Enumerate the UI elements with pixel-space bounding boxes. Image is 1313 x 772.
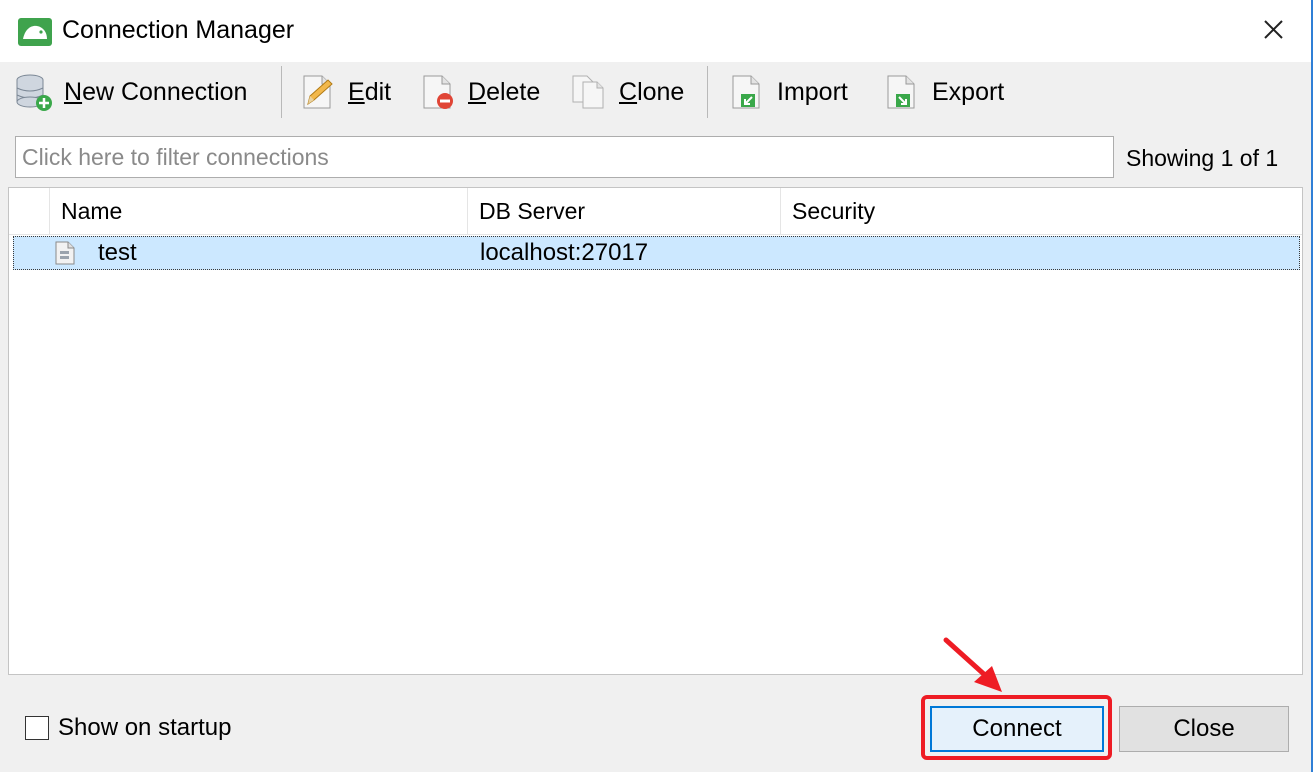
connections-list[interactable]: Name DB Server Security test localhost:2…	[8, 187, 1303, 675]
documents-copy-icon	[569, 72, 609, 112]
title-bar: Connection Manager	[0, 0, 1311, 62]
column-header-name[interactable]: Name	[49, 188, 467, 234]
new-connection-button[interactable]: New Connection	[14, 70, 247, 114]
edit-button[interactable]: Edit	[298, 70, 391, 114]
connection-manager-window: Connection Manager New Connection Edit D…	[0, 0, 1313, 772]
filter-connections-input[interactable]	[15, 136, 1114, 178]
database-add-icon	[14, 72, 54, 112]
edit-label: Edit	[348, 77, 392, 106]
close-window-icon[interactable]	[1257, 12, 1291, 46]
showing-count: Showing 1 of 1	[1126, 145, 1279, 171]
document-export-icon	[882, 72, 922, 112]
clone-label: Clone	[619, 77, 685, 106]
document-import-icon	[727, 72, 767, 112]
clone-button[interactable]: Clone	[569, 70, 684, 114]
document-delete-icon	[418, 72, 458, 112]
delete-button[interactable]: Delete	[418, 70, 540, 114]
app-logo-icon	[18, 18, 52, 46]
window-title: Connection Manager	[62, 16, 295, 44]
toolbar-separator	[281, 66, 282, 118]
close-button[interactable]: Close	[1119, 706, 1289, 752]
toolbar: New Connection Edit Delete Clone Import …	[0, 62, 1311, 122]
import-label: Import	[777, 77, 848, 106]
delete-label: Delete	[468, 77, 541, 106]
connection-server: localhost:27017	[480, 239, 649, 266]
connection-name: test	[98, 239, 137, 266]
column-header-security[interactable]: Security	[780, 188, 1290, 234]
list-header: Name DB Server Security	[9, 188, 1302, 235]
export-button[interactable]: Export	[882, 70, 1004, 114]
red-arrow-icon	[940, 636, 1010, 699]
show-on-startup-checkbox[interactable]	[25, 716, 49, 740]
column-header-db-server[interactable]: DB Server	[467, 188, 780, 234]
server-document-icon	[54, 241, 76, 265]
pencil-document-icon	[298, 72, 338, 112]
connect-highlight-box	[921, 695, 1112, 760]
new-connection-label: New Connection	[64, 77, 248, 106]
export-label: Export	[932, 77, 1005, 106]
toolbar-separator	[707, 66, 708, 118]
show-on-startup-label[interactable]: Show on startup	[58, 714, 231, 742]
import-button[interactable]: Import	[727, 70, 848, 114]
connection-row[interactable]: test localhost:27017	[13, 236, 1300, 270]
